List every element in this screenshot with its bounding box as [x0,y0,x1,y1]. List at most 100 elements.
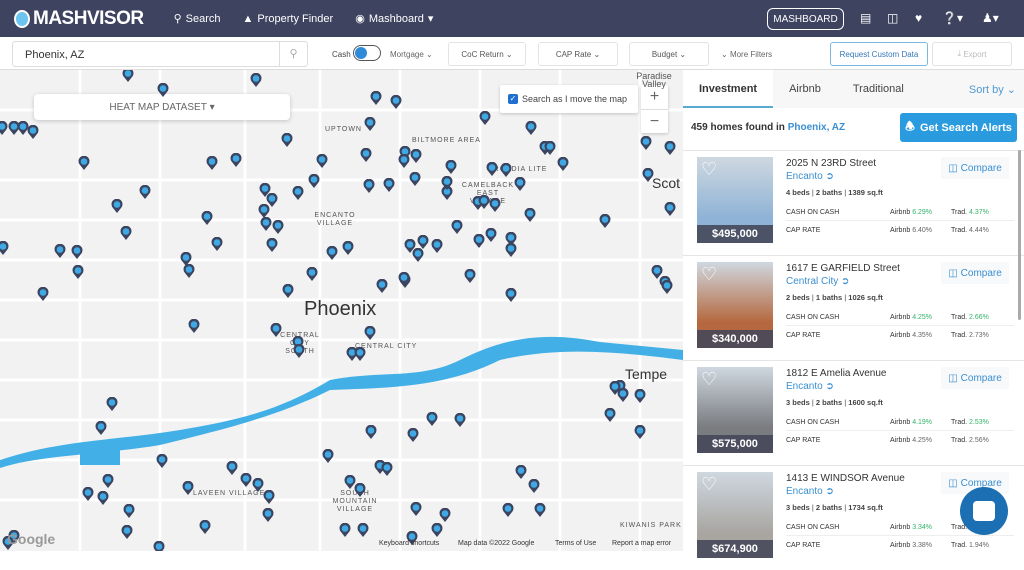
map-pin[interactable] [0,240,9,255]
map-pin[interactable] [364,116,376,131]
map-pin[interactable] [426,411,438,426]
listing-neighborhood[interactable]: Encanto ➲ [786,171,834,182]
map-pin[interactable] [250,72,262,87]
map-pin[interactable] [473,233,485,248]
map-pin[interactable] [263,489,275,504]
map-pin[interactable] [182,480,194,495]
map-pin[interactable] [640,135,652,150]
tab-traditional[interactable]: Traditional [837,70,920,108]
map-pin[interactable] [211,236,223,251]
listing-photo[interactable]: ♡ $674,900 [697,472,773,558]
map-pin[interactable] [183,263,195,278]
map-pin[interactable] [106,396,118,411]
map-pin[interactable] [464,268,476,283]
logo[interactable]: MASHVISOR [14,8,144,30]
listing-neighborhood[interactable]: Encanto ➲ [786,381,834,392]
map-pin[interactable] [78,155,90,170]
map-pin[interactable] [121,524,133,539]
mortgage-dropdown[interactable]: Mortgage ⌄ [390,50,433,59]
compare-button[interactable]: ◫ Compare [941,157,1009,179]
map-pin[interactable] [157,82,169,97]
map-pin[interactable] [344,474,356,489]
listing-neighborhood[interactable]: Encanto ➲ [786,486,834,497]
map-pin[interactable] [441,175,453,190]
map-pin[interactable] [524,207,536,222]
map-pin[interactable] [514,176,526,191]
map-pin[interactable] [664,201,676,216]
map-pin[interactable] [252,477,264,492]
map-pin[interactable] [230,152,242,167]
nav-mashboard[interactable]: ◉ Mashboard ▾ [355,12,433,26]
map-pin[interactable] [412,247,424,262]
scrollbar[interactable] [1018,150,1021,320]
map-pin[interactable] [502,502,514,517]
map-pin[interactable] [398,271,410,286]
map-pin[interactable] [489,197,501,212]
map-pin[interactable] [111,198,123,213]
compare-button[interactable]: ◫ Compare [941,367,1009,389]
map-pin[interactable] [122,70,134,82]
map-pin[interactable] [664,140,676,155]
listing-address[interactable]: 1617 E GARFIELD Street [786,263,900,274]
map[interactable]: HEAT MAP DATASET ▾ ✓ Search as I move the… [0,70,683,551]
map-pin[interactable] [528,478,540,493]
map-pin[interactable] [354,346,366,361]
map-pin[interactable] [281,132,293,147]
map-pin[interactable] [292,185,304,200]
mashboard-button[interactable]: MASHBOARD [767,8,844,30]
map-pin[interactable] [505,287,517,302]
map-pin[interactable] [544,140,556,155]
map-pin[interactable] [360,147,372,162]
search-as-move-checkbox[interactable]: ✓ Search as I move the map [500,85,638,113]
nav-search[interactable]: ⚲ Search [174,12,221,26]
listing-card[interactable]: ♡ $495,000 2025 N 23RD Street Encanto ➲ … [683,150,1024,255]
map-pin[interactable] [439,507,451,522]
budget-filter[interactable]: Budget ⌄ [629,42,709,66]
map-pin[interactable] [95,420,107,435]
keyboard-shortcuts-link[interactable]: Keyboard shortcuts [379,540,439,547]
listing-card[interactable]: ♡ $340,000 1617 E GARFIELD Street Centra… [683,255,1024,360]
listing-address[interactable]: 1413 E WINDSOR Avenue [786,473,905,484]
map-pin[interactable] [0,120,8,135]
map-pin[interactable] [272,219,284,234]
cash-mortgage-toggle[interactable] [353,45,381,61]
heart-icon[interactable]: ♡ [701,264,717,285]
report-error-link[interactable]: Report a map error [612,540,671,547]
map-pin[interactable] [201,210,213,225]
map-pin[interactable] [156,453,168,468]
count-city[interactable]: Phoenix, AZ [788,122,845,133]
map-pin[interactable] [407,427,419,442]
map-pin[interactable] [486,161,498,176]
zoom-out-button[interactable]: − [641,109,668,133]
map-pin[interactable] [316,153,328,168]
get-search-alerts-button[interactable]: 🕭 Get Search Alerts [900,113,1017,142]
map-pin[interactable] [82,486,94,501]
map-pin[interactable] [364,325,376,340]
map-pin[interactable] [410,501,422,516]
map-pin[interactable] [417,234,429,249]
user-icon[interactable]: ♟▾ [982,11,999,25]
map-pin[interactable] [642,167,654,182]
map-pin[interactable] [445,159,457,174]
export-button[interactable]: ⤓ Export [932,42,1012,66]
map-pin[interactable] [431,522,443,537]
map-pin[interactable] [525,120,537,135]
compare-button[interactable]: ◫ Compare [941,262,1009,284]
map-pin[interactable] [270,322,282,337]
map-pin[interactable] [557,156,569,171]
cap-rate-filter[interactable]: CAP Rate ⌄ [538,42,618,66]
map-pin[interactable] [322,448,334,463]
compare-icon[interactable]: ◫ [887,11,898,25]
map-pin[interactable] [505,242,517,257]
map-pin[interactable] [431,238,443,253]
map-pin[interactable] [479,110,491,125]
map-pin[interactable] [139,184,151,199]
map-pin[interactable] [500,162,512,177]
heart-icon[interactable]: ♡ [701,159,717,180]
listing-neighborhood[interactable]: Central City ➲ [786,276,849,287]
chat-button[interactable] [960,487,1008,535]
map-pin[interactable] [266,237,278,252]
map-pin[interactable] [27,124,39,139]
map-pin[interactable] [206,155,218,170]
tab-investment[interactable]: Investment [683,70,774,108]
